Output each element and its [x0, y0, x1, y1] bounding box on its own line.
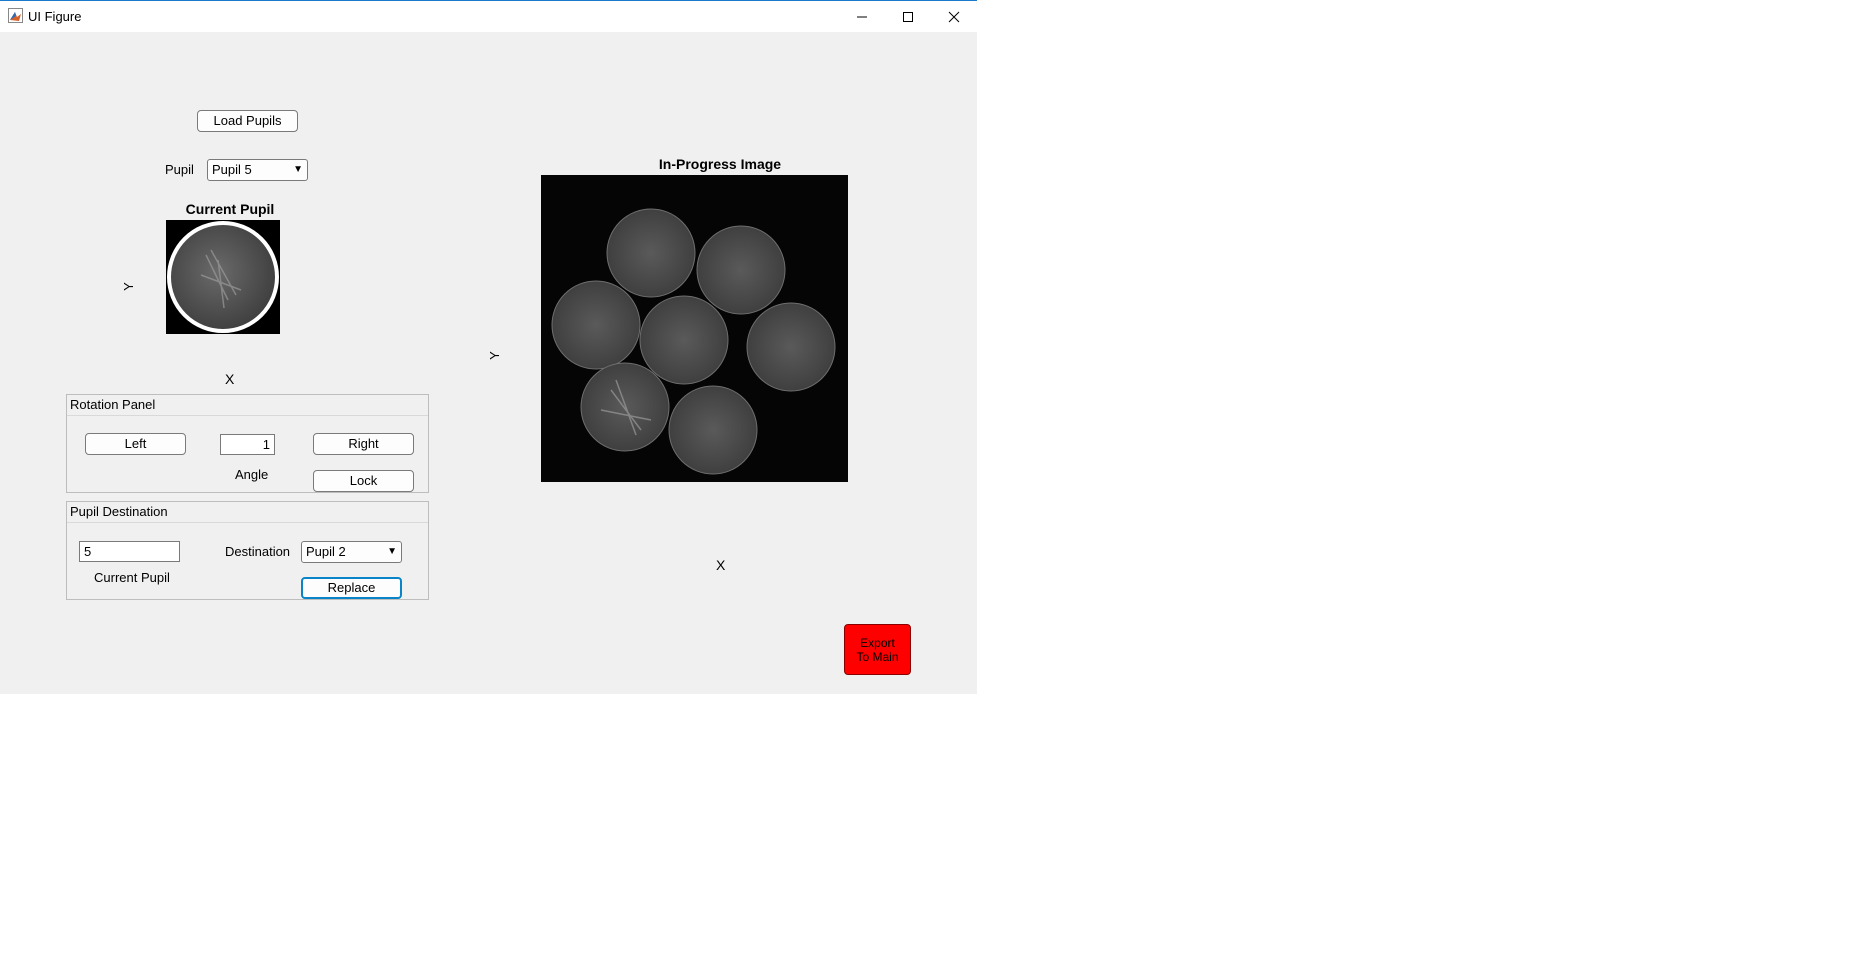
rotate-left-button[interactable]: Left	[85, 433, 186, 455]
angle-field[interactable]: 1	[220, 434, 275, 455]
close-button[interactable]	[931, 1, 977, 32]
matlab-icon	[8, 8, 23, 23]
pupil-dropdown[interactable]: Pupil 5 ▼	[207, 159, 308, 181]
replace-button[interactable]: Replace	[301, 577, 402, 599]
pupil-destination-title: Pupil Destination	[67, 502, 428, 523]
close-icon	[948, 11, 960, 22]
pupil-dropdown-value: Pupil 5	[212, 162, 252, 177]
in-progress-title: In-Progress Image	[658, 156, 782, 172]
destination-dropdown-value: Pupil 2	[306, 544, 346, 559]
destination-dropdown[interactable]: Pupil 2 ▼	[301, 541, 402, 563]
current-pupil-image	[166, 220, 280, 334]
current-pupil-field[interactable]: 5	[79, 541, 180, 562]
rotation-panel-title: Rotation Panel	[67, 395, 428, 416]
maximize-icon	[903, 11, 913, 22]
in-progress-xlabel: X	[716, 557, 726, 573]
lock-button[interactable]: Lock	[313, 470, 414, 492]
current-pupil-field-label: Current Pupil	[94, 570, 170, 585]
rotation-panel: Rotation Panel Left 1 Angle Right Lock	[66, 394, 429, 493]
pupil-label: Pupil	[165, 162, 194, 177]
in-progress-image	[541, 175, 848, 482]
destination-label: Destination	[225, 544, 291, 559]
app-window: UI Figure Load Pupils Pupil Pupil 5 ▼ Cu…	[0, 0, 977, 694]
angle-label: Angle	[235, 467, 269, 482]
maximize-button[interactable]	[885, 1, 931, 32]
chevron-down-icon: ▼	[387, 546, 397, 557]
minimize-button[interactable]	[839, 1, 885, 32]
export-to-main-button[interactable]: Export To Main	[844, 624, 911, 675]
chevron-down-icon: ▼	[293, 164, 303, 175]
current-pupil-xlabel: X	[225, 371, 235, 387]
minimize-icon	[857, 16, 867, 17]
rotate-right-button[interactable]: Right	[313, 433, 414, 455]
window-title: UI Figure	[28, 9, 82, 24]
in-progress-ylabel: Y	[486, 351, 502, 360]
current-pupil-title: Current Pupil	[185, 201, 275, 217]
pupil-destination-panel: Pupil Destination 5 Current Pupil Destin…	[66, 501, 429, 600]
load-pupils-button[interactable]: Load Pupils	[197, 110, 298, 132]
title-bar: UI Figure	[0, 1, 977, 32]
current-pupil-ylabel: Y	[120, 282, 136, 291]
